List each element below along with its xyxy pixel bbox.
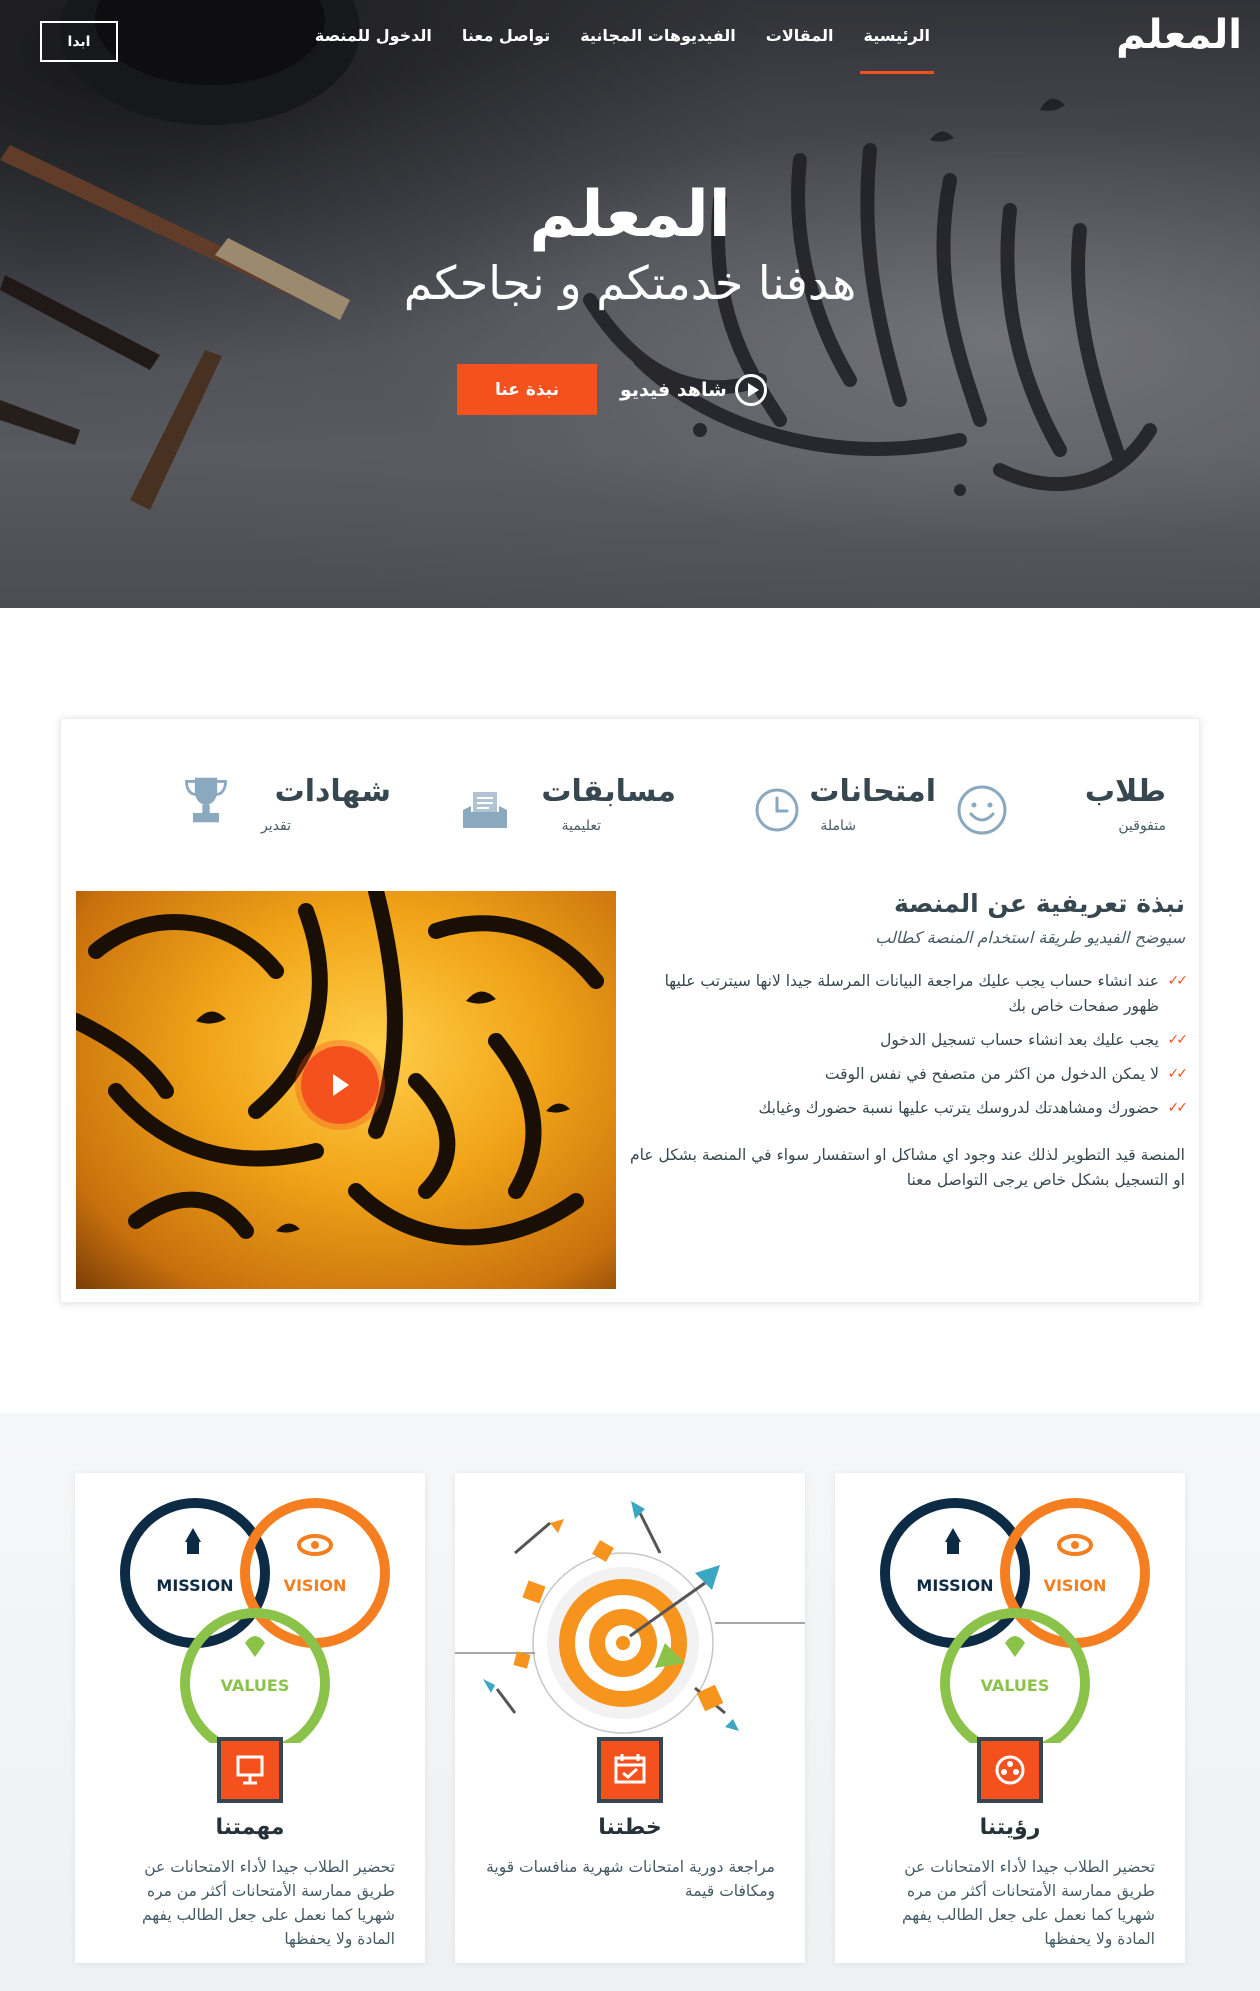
intro-text: نبذة تعريفية عن المنصة سيوضح الفيديو طري… [625,889,1189,1193]
double-check-icon: ✓✓ [1167,1100,1189,1116]
watch-video-label: شاهد فيديو [620,379,727,401]
site-logo[interactable]: المعلم [1116,12,1242,58]
start-button[interactable]: ابدا [40,21,118,62]
watch-video-link[interactable]: شاهد فيديو [620,370,767,410]
intro-points: ✓✓ عند انشاء حساب يجب عليك مراجعة البيانا… [625,969,1189,1121]
double-check-icon: ✓✓ [1167,1032,1189,1048]
feature-title: شهادات [274,774,391,809]
svg-text:VALUES: VALUES [221,1676,290,1695]
feature-subtitle: شاملة [820,818,856,834]
nav-item-free-videos[interactable]: الفيديوهات المجانية [580,26,736,45]
nav-item-articles[interactable]: المقالات [766,26,834,45]
feature-subtitle: تقدير [261,818,291,834]
svg-text:VISION: VISION [284,1576,347,1595]
card-badge [217,1737,283,1803]
intro-title: نبذة تعريفية عن المنصة [894,889,1185,918]
easel-icon [236,1755,264,1785]
feature-certificates: شهادات تقدير [166,774,416,834]
card-title: خطتنا [598,1815,662,1840]
feature-title: امتحانات [809,774,936,809]
intro-subtitle: سيوضح الفيديو طريقة استخدام المنصة كطالب [875,928,1185,947]
feature-subtitle: تعليمية [561,818,601,834]
trophy-icon [185,777,227,823]
video-play-button[interactable] [301,1046,379,1124]
feature-subtitle: متفوقين [1118,818,1166,834]
svg-text:VALUES: VALUES [981,1676,1050,1695]
hero-section: المعلم الرئيسية المقالات الفيديوهات المج… [0,0,1260,608]
feature-title: طلاب [1084,774,1166,809]
card-text: مراجعة دورية امتحانات شهرية منافسات قوية… [486,1858,775,1900]
list-item: ✓✓ لا يمكن الدخول من اكثر من متصفح في نفس… [625,1062,1189,1087]
double-check-icon: ✓✓ [1167,1066,1189,1082]
card-title: مهمتنا [215,1815,285,1840]
mission-vision-values-diagram: MISSION VISION VALUES [880,1498,1150,1743]
card-badge [977,1737,1043,1803]
intro-video[interactable] [76,891,616,1289]
rocket-icon [945,1528,961,1554]
card-text: تحضير الطلاب جيدا لأداء الامتحانات عن طر… [902,1858,1155,1948]
hero-title: المعلم [529,178,731,252]
card-title: رؤيتنا [979,1815,1041,1840]
play-circle-icon [734,374,767,406]
intro-note: المنصة قيد التطوير لذلك عند وجود اي مشاك… [630,1146,1185,1189]
nav-item-contact[interactable]: تواصل معنا [462,26,550,45]
card-vision: MISSION VISION VALUES رؤيتنا تحضير الطلا… [835,1473,1185,1963]
feature-students: طلاب متفوقين [946,774,1166,835]
card-plan: خطتنا مراجعة دورية امتحانات شهرية منافسا… [455,1473,805,1963]
smile-icon [957,785,1007,835]
mission-vision-values-diagram: MISSION VISION VALUES [120,1498,390,1743]
card-text: تحضير الطلاب جيدا لأداء الامتحانات عن طر… [142,1858,395,1948]
feature-title: مسابقات [541,774,676,809]
calendar-icon [614,1754,646,1784]
nav-item-home[interactable]: الرئيسية [859,26,934,74]
card-badge [597,1737,663,1803]
svg-text:MISSION: MISSION [916,1576,993,1595]
heart-hands-icon [1005,1636,1025,1657]
heart-hands-icon [245,1636,265,1657]
feature-exams: امتحانات شاملة [686,774,936,834]
clock-icon [755,788,799,832]
main-nav: الرئيسية المقالات الفيديوهات المجانية تو… [315,26,934,74]
svg-text:VISION: VISION [1044,1576,1107,1595]
rocket-icon [185,1528,201,1554]
about-us-button[interactable]: نبذة عنا [457,364,597,415]
intro-card: طلاب متفوقين امتحانات شاملة مسابقات تعلي… [60,718,1200,1303]
tray-icon [463,792,507,828]
feature-competitions: مسابقات تعليمية [431,774,681,834]
nav-item-login[interactable]: الدخول للمنصة [315,26,432,45]
svg-text:MISSION: MISSION [156,1576,233,1595]
card-mission: MISSION VISION VALUES مهمتنا تحضير الطلا… [75,1473,425,1963]
list-item: ✓✓ عند انشاء حساب يجب عليك مراجعة البيانا… [625,969,1189,1019]
hero-subtitle: هدفنا خدمتكم و نجاحكم [403,256,857,310]
double-check-icon: ✓✓ [1167,973,1189,989]
list-item: ✓✓ حضورك ومشاهدتك لدروسك يترتب عليها نسبة… [625,1096,1189,1121]
target-arrows-illustration [455,1501,805,1734]
list-item: ✓✓ يجب عليك بعد انشاء حساب تسجيل الدخول [625,1028,1189,1053]
about-cards-section: MISSION VISION VALUES مهمتنا تحضير الطلا… [0,1413,1260,1991]
film-reel-icon [995,1755,1025,1785]
